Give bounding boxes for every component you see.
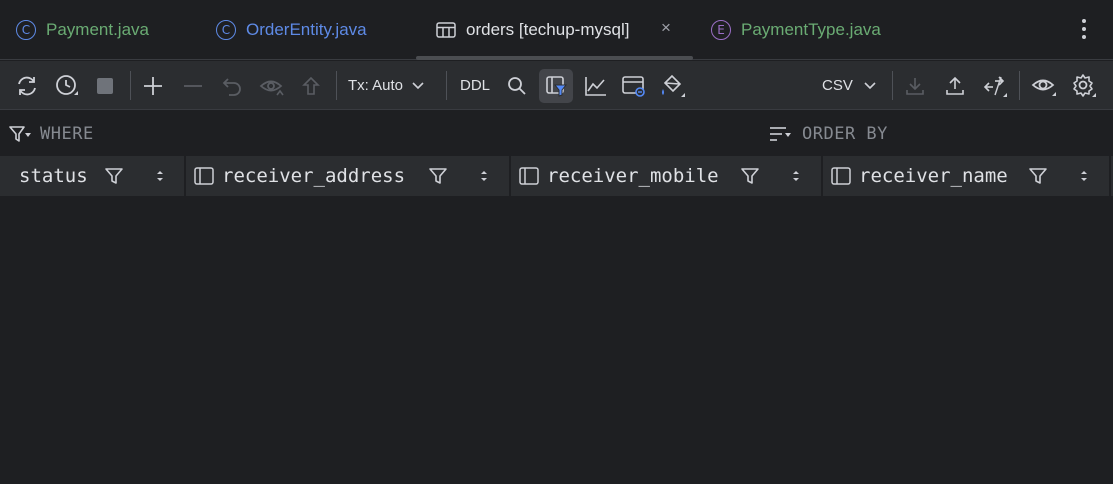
sort-icon[interactable] bbox=[1078, 168, 1090, 184]
sort-dropdown-icon bbox=[770, 126, 791, 141]
add-row-button[interactable] bbox=[140, 61, 166, 110]
sort-icon[interactable] bbox=[154, 168, 166, 184]
column-header-receiver-address[interactable]: receiver_address bbox=[186, 156, 511, 196]
tab-label: orders [techup-mysql] bbox=[466, 20, 630, 39]
plus-icon bbox=[144, 76, 162, 95]
stop-icon bbox=[97, 77, 113, 94]
undo-icon bbox=[222, 77, 241, 96]
enum-icon: E bbox=[711, 20, 731, 40]
where-placeholder: WHERE bbox=[40, 123, 94, 144]
column-header-receiver-name[interactable]: receiver_name bbox=[823, 156, 1111, 196]
column-filter-icon[interactable] bbox=[104, 166, 124, 186]
column-icon bbox=[831, 167, 851, 185]
editor-tab-bar: C Payment.java C OrderEntity.java orders… bbox=[0, 0, 1113, 60]
download-icon bbox=[906, 77, 924, 95]
settings-button[interactable] bbox=[1068, 61, 1100, 110]
export-button[interactable] bbox=[942, 61, 968, 110]
refresh-button[interactable] bbox=[12, 61, 42, 110]
sort-icon[interactable] bbox=[790, 168, 802, 184]
clock-icon bbox=[56, 74, 78, 95]
import-button[interactable] bbox=[902, 61, 928, 110]
column-filter-icon[interactable] bbox=[1028, 166, 1048, 186]
order-by-placeholder: ORDER BY bbox=[802, 123, 888, 144]
tab-payment-type-java[interactable]: E PaymentType.java bbox=[711, 0, 881, 60]
column-header-status[interactable]: status bbox=[0, 156, 186, 196]
eye-icon bbox=[1031, 79, 1056, 96]
tab-label: Payment.java bbox=[46, 20, 149, 39]
toolbar-separator bbox=[336, 71, 337, 100]
tab-orders-table[interactable]: orders [techup-mysql] × bbox=[416, 0, 693, 60]
close-icon[interactable]: × bbox=[661, 18, 671, 38]
filter-dropdown-icon bbox=[9, 125, 31, 142]
class-icon: C bbox=[16, 20, 36, 40]
column-icon bbox=[519, 167, 539, 185]
eye-up-icon bbox=[259, 80, 284, 95]
preview-changes-button[interactable] bbox=[257, 61, 287, 110]
column-icon bbox=[194, 167, 214, 185]
color-rows-button[interactable] bbox=[658, 61, 688, 110]
delete-row-button[interactable] bbox=[180, 61, 206, 110]
column-filter-icon[interactable] bbox=[740, 166, 760, 186]
chevron-down-icon bbox=[412, 81, 424, 89]
paint-bucket-icon bbox=[662, 74, 685, 97]
compare-arrows-icon bbox=[983, 75, 1007, 97]
tab-order-entity-java[interactable]: C OrderEntity.java bbox=[216, 0, 367, 60]
more-options-icon[interactable] bbox=[1074, 16, 1094, 42]
export-format-label: CSV bbox=[822, 77, 853, 94]
ddl-label: DDL bbox=[459, 77, 490, 94]
value-editor-button[interactable] bbox=[620, 61, 648, 110]
transaction-mode-label: Tx: Auto bbox=[348, 77, 404, 94]
tab-label: PaymentType.java bbox=[741, 20, 881, 39]
search-icon bbox=[508, 76, 526, 95]
sort-icon[interactable] bbox=[478, 168, 490, 184]
panel-icon bbox=[622, 75, 645, 97]
where-filter-field[interactable]: WHERE bbox=[8, 111, 94, 156]
arrow-up-icon bbox=[302, 76, 320, 95]
filter-table-icon bbox=[546, 75, 568, 97]
column-name: status bbox=[19, 165, 88, 187]
view-options-button[interactable] bbox=[1028, 61, 1060, 110]
tab-label: OrderEntity.java bbox=[246, 20, 367, 39]
column-name: receiver_mobile bbox=[547, 165, 719, 187]
toolbar-separator bbox=[1019, 71, 1020, 100]
column-header-receiver-mobile[interactable]: receiver_mobile bbox=[511, 156, 823, 196]
results-grid-header: status receiver_address receiver_mobile bbox=[0, 156, 1113, 196]
refresh-icon bbox=[18, 76, 36, 95]
ddl-button[interactable]: DDL bbox=[456, 61, 494, 110]
toolbar-separator bbox=[892, 71, 893, 100]
transaction-mode-dropdown[interactable]: Tx: Auto bbox=[348, 61, 434, 110]
order-by-field[interactable]: ORDER BY bbox=[768, 111, 888, 156]
filter-bar: WHERE ORDER BY bbox=[0, 111, 1113, 156]
class-icon: C bbox=[216, 20, 236, 40]
upload-icon bbox=[946, 76, 964, 95]
toolbar-separator bbox=[446, 71, 447, 100]
column-name: receiver_name bbox=[859, 165, 1008, 187]
tab-payment-java[interactable]: C Payment.java bbox=[16, 0, 149, 60]
export-format-dropdown[interactable]: CSV bbox=[822, 61, 880, 110]
filter-criteria-button[interactable] bbox=[539, 61, 573, 110]
stop-button[interactable] bbox=[92, 61, 118, 110]
chevron-down-icon bbox=[864, 81, 876, 89]
toolbar-separator bbox=[130, 71, 131, 100]
chart-icon bbox=[585, 76, 606, 96]
column-name: receiver_address bbox=[222, 165, 406, 187]
minus-icon bbox=[184, 84, 202, 87]
compare-button[interactable] bbox=[980, 61, 1010, 110]
submit-button[interactable] bbox=[298, 61, 324, 110]
history-button[interactable] bbox=[52, 61, 82, 110]
revert-button[interactable] bbox=[219, 61, 245, 110]
chart-button[interactable] bbox=[582, 61, 610, 110]
gear-icon bbox=[1073, 73, 1096, 97]
column-filter-icon[interactable] bbox=[428, 166, 448, 186]
table-icon bbox=[436, 22, 456, 38]
search-button[interactable] bbox=[504, 61, 530, 110]
results-grid-body[interactable] bbox=[0, 196, 1113, 484]
